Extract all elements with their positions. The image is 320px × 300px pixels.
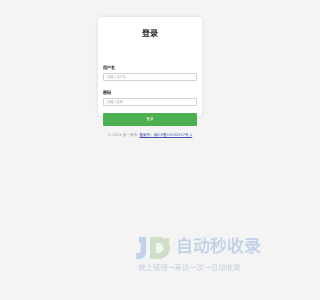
footer: © 2024 前一城市, 备案号：闽ICP备19032957号-1 <box>0 133 300 138</box>
login-title: 登录 <box>142 29 158 38</box>
login-page: 登录 用户名 密码 登录 © 2024 前一城市, 备案号：闽ICP备19032… <box>0 0 300 300</box>
icp-link[interactable]: 备案号：闽ICP备19032957号-1 <box>139 133 192 137</box>
watermark: 自动秒收录 做上链接→来访一次→自动收录 <box>128 232 280 282</box>
watermark-title: 自动秒收录 <box>176 237 261 257</box>
password-input[interactable] <box>103 98 197 106</box>
login-button[interactable]: 登录 <box>103 113 197 126</box>
username-label: 用户名 <box>103 65 115 70</box>
login-card: 登录 用户名 密码 登录 <box>98 17 202 126</box>
watermark-logo-icon <box>136 237 170 259</box>
password-label: 密码 <box>103 90 111 95</box>
watermark-subtitle: 做上链接→来访一次→自动收录 <box>138 263 241 272</box>
copyright-text: © 2024 前一城市, <box>107 133 139 137</box>
username-input[interactable] <box>103 73 197 81</box>
